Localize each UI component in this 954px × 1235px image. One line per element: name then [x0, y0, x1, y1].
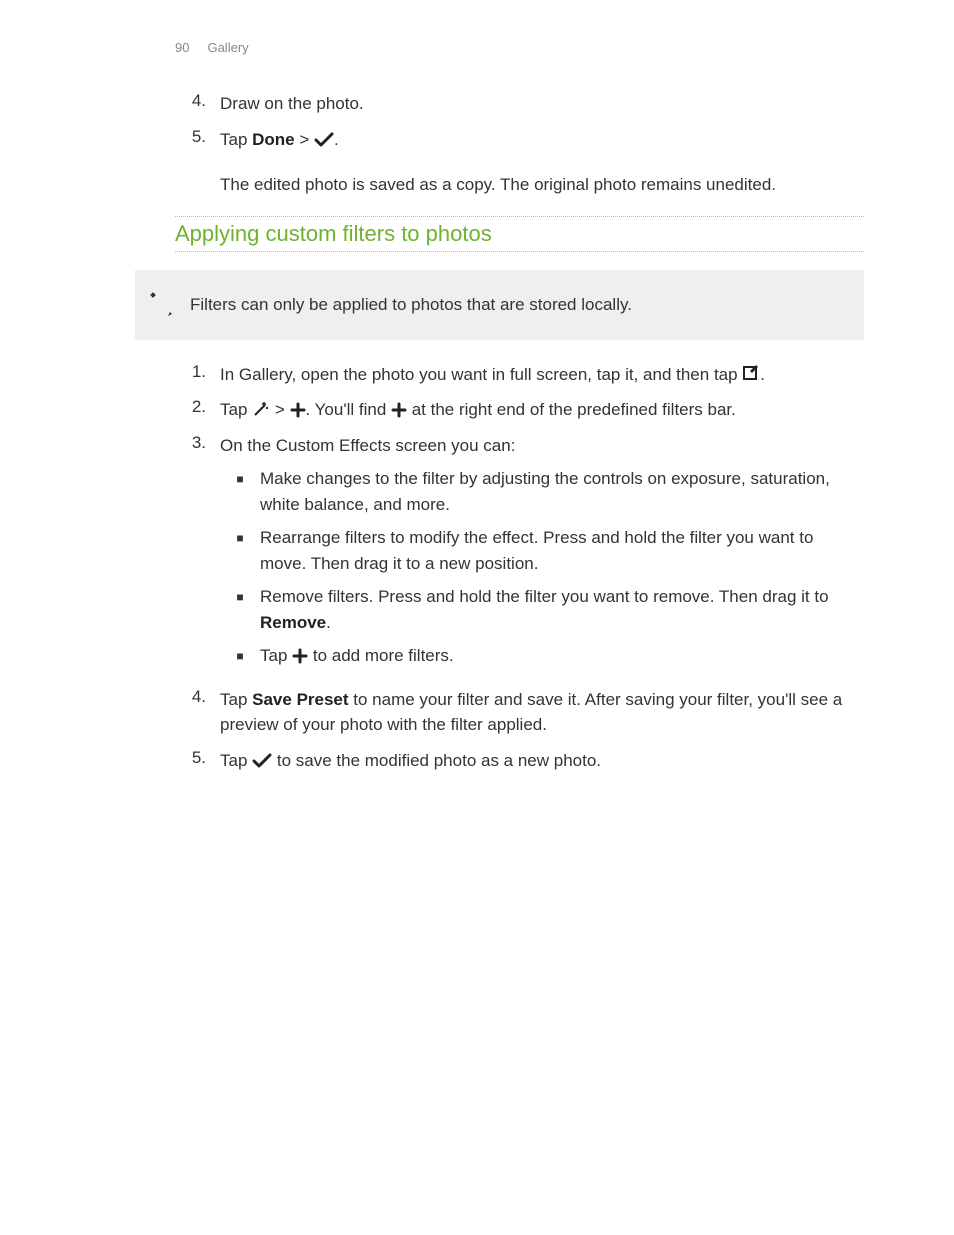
- step-number: 5.: [0, 748, 220, 774]
- check-icon: [314, 132, 334, 148]
- bullet-text: Remove filters. Press and hold the filte…: [260, 584, 864, 635]
- plus-icon: [391, 402, 407, 418]
- bullet-marker: ■: [220, 525, 260, 576]
- bullet-text: Make changes to the filter by adjusting …: [260, 466, 864, 517]
- step-number: 3.: [0, 433, 220, 677]
- step-number: 5.: [0, 127, 220, 153]
- procedure-steps: 1. In Gallery, open the photo you want i…: [0, 362, 864, 774]
- step-text: Tap to save the modified photo as a new …: [220, 748, 864, 774]
- bullet-marker: ■: [220, 643, 260, 669]
- info-box: Filters can only be applied to photos th…: [135, 270, 864, 340]
- info-text: Filters can only be applied to photos th…: [190, 295, 844, 315]
- page-number: 90: [175, 40, 189, 55]
- step-number: 2.: [0, 397, 220, 423]
- bullet-text: Tap to add more filters.: [260, 643, 864, 669]
- step-text: Tap > . You'll find at the right end of …: [220, 397, 864, 423]
- step-text: On the Custom Effects screen you can: ■M…: [220, 433, 864, 677]
- bullet-marker: ■: [220, 584, 260, 635]
- step-number: 4.: [0, 91, 220, 117]
- step-note: The edited photo is saved as a copy. The…: [220, 172, 864, 198]
- step-text: Tap Save Preset to name your filter and …: [220, 687, 864, 738]
- bullet-text: Rearrange filters to modify the effect. …: [260, 525, 864, 576]
- sub-bullets: ■Make changes to the filter by adjusting…: [220, 466, 864, 669]
- pen-icon: [148, 290, 178, 320]
- section-heading: Applying custom filters to photos: [175, 217, 864, 251]
- check-icon: [252, 753, 272, 769]
- step-text: In Gallery, open the photo you want in f…: [220, 362, 864, 388]
- plus-icon: [292, 648, 308, 664]
- step-text: Draw on the photo.: [220, 91, 864, 117]
- steps-continuation: 4. Draw on the photo. 5. Tap Done > .: [0, 91, 864, 152]
- step-text: Tap Done > .: [220, 127, 864, 153]
- step-number: 4.: [0, 687, 220, 738]
- plus-icon: [290, 402, 306, 418]
- section-name: Gallery: [207, 40, 248, 55]
- magic-wand-icon: [252, 400, 270, 418]
- bullet-marker: ■: [220, 466, 260, 517]
- edit-icon: [742, 365, 760, 383]
- page-header: 90 Gallery: [175, 40, 864, 55]
- step-number: 1.: [0, 362, 220, 388]
